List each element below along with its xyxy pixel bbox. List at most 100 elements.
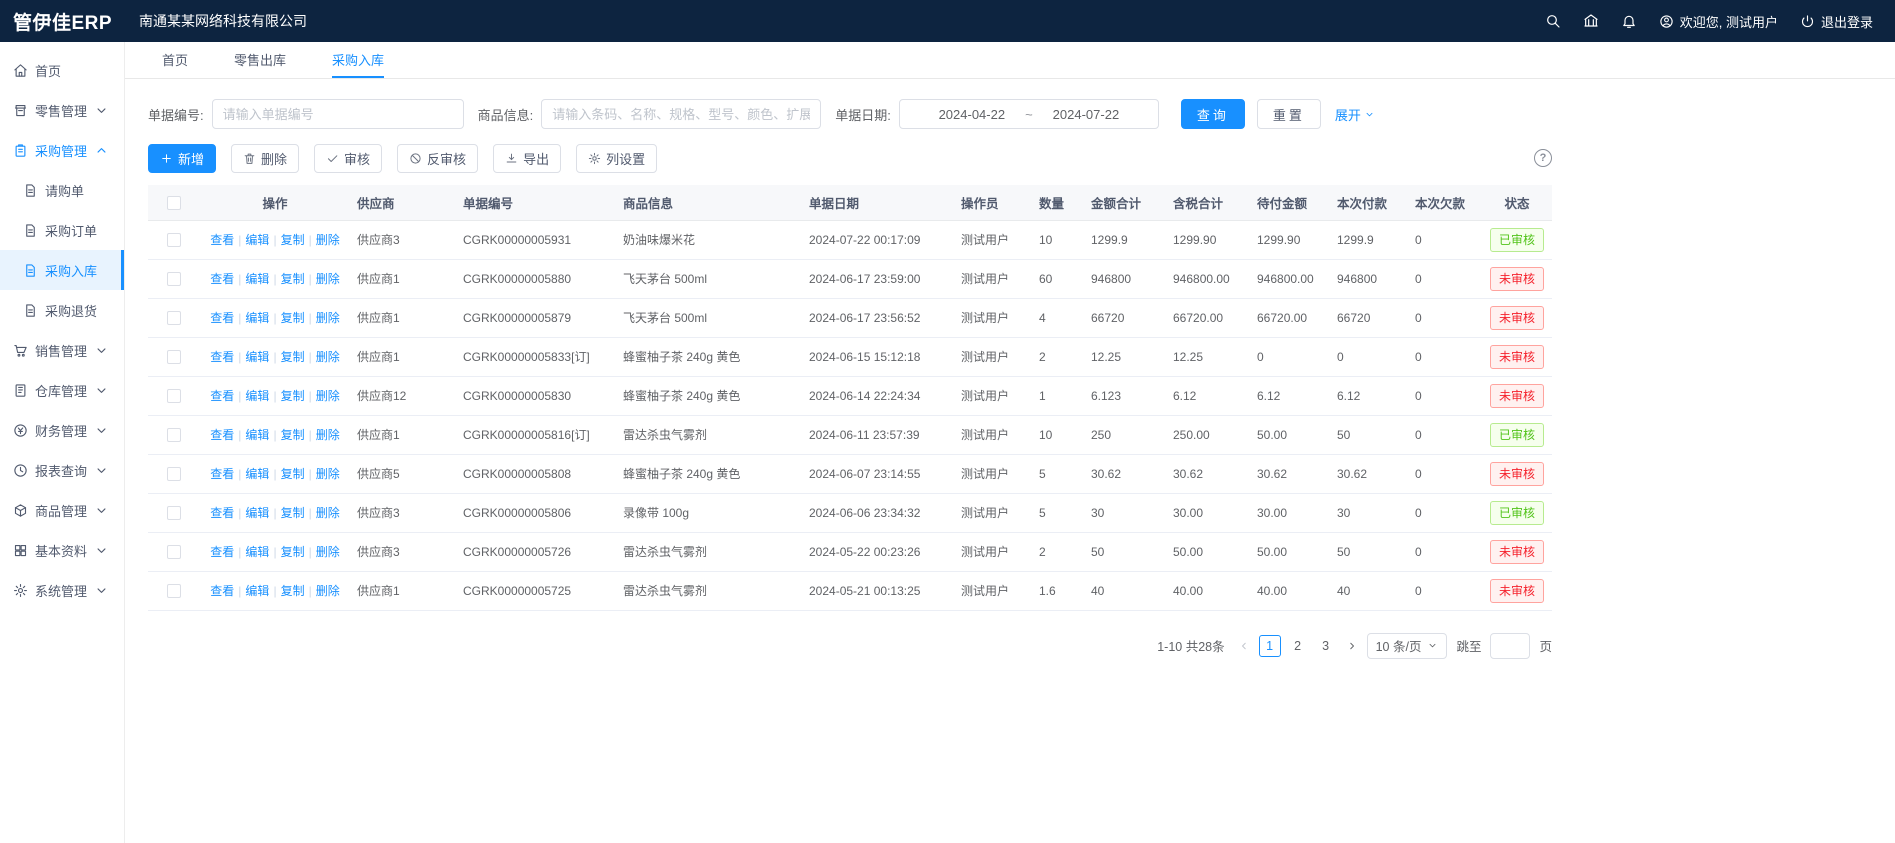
row-action-delete[interactable]: 删除	[316, 545, 340, 559]
row-action-view[interactable]: 查看	[210, 272, 234, 286]
row-checkbox[interactable]	[167, 233, 181, 247]
sidebar-item-purchase-return[interactable]: 采购退货	[0, 290, 124, 330]
cell-debt: 0	[1408, 493, 1482, 532]
page-2[interactable]: 2	[1287, 635, 1309, 657]
row-action-copy[interactable]: 复制	[281, 467, 305, 481]
row-checkbox[interactable]	[167, 545, 181, 559]
next-page-button[interactable]	[1346, 640, 1358, 652]
row-checkbox[interactable]	[167, 467, 181, 481]
tab-purchase-inbound[interactable]: 采购入库	[332, 42, 384, 78]
audit-button[interactable]: 审核	[314, 144, 382, 173]
row-checkbox[interactable]	[167, 506, 181, 520]
tab-retail-outbound[interactable]: 零售出库	[234, 42, 286, 78]
row-action-delete[interactable]: 删除	[316, 272, 340, 286]
cell-product: 飞天茅台 500ml	[616, 298, 802, 337]
row-action-view[interactable]: 查看	[210, 467, 234, 481]
row-action-view[interactable]: 查看	[210, 233, 234, 247]
row-action-view[interactable]: 查看	[210, 389, 234, 403]
row-action-delete[interactable]: 删除	[316, 350, 340, 364]
jump-page-input[interactable]	[1490, 633, 1530, 659]
row-action-copy[interactable]: 复制	[281, 272, 305, 286]
row-action-edit[interactable]: 编辑	[245, 545, 269, 559]
columns-button[interactable]: 列设置	[576, 144, 657, 173]
sidebar-item-purchase[interactable]: 采购管理	[0, 130, 124, 170]
expand-label: 展开	[1335, 105, 1361, 124]
search-icon[interactable]	[1545, 13, 1561, 29]
row-action-copy[interactable]: 复制	[281, 545, 305, 559]
row-action-copy[interactable]: 复制	[281, 233, 305, 247]
sidebar-item-retail[interactable]: 零售管理	[0, 90, 124, 130]
sidebar-item-report[interactable]: 报表查询	[0, 450, 124, 490]
search-button[interactable]: 查询	[1181, 99, 1245, 129]
row-action-view[interactable]: 查看	[210, 428, 234, 442]
bank-icon[interactable]	[1583, 13, 1599, 29]
row-checkbox[interactable]	[167, 389, 181, 403]
action-separator: |	[238, 428, 241, 442]
select-all-checkbox[interactable]	[167, 196, 181, 210]
row-action-view[interactable]: 查看	[210, 506, 234, 520]
row-checkbox[interactable]	[167, 428, 181, 442]
sidebar-item-home[interactable]: 首页	[0, 50, 124, 90]
welcome-user[interactable]: 欢迎您, 测试用户	[1659, 12, 1778, 31]
sidebar-item-sales[interactable]: 销售管理	[0, 330, 124, 370]
row-action-copy[interactable]: 复制	[281, 428, 305, 442]
row-action-edit[interactable]: 编辑	[245, 311, 269, 325]
page-3[interactable]: 3	[1315, 635, 1337, 657]
page-1[interactable]: 1	[1259, 635, 1281, 657]
row-action-delete[interactable]: 删除	[316, 389, 340, 403]
sidebar-item-purchase-inbound[interactable]: 采购入库	[0, 250, 124, 290]
row-action-edit[interactable]: 编辑	[245, 467, 269, 481]
row-checkbox[interactable]	[167, 350, 181, 364]
product-info-input[interactable]	[541, 99, 821, 129]
sidebar-item-system[interactable]: 系统管理	[0, 570, 124, 610]
date-range-picker[interactable]: 2024-04-22 ~ 2024-07-22	[899, 99, 1159, 129]
sidebar-item-basic[interactable]: 基本资料	[0, 530, 124, 570]
help-icon[interactable]: ?	[1534, 149, 1552, 167]
row-action-copy[interactable]: 复制	[281, 350, 305, 364]
cell-checkbox	[148, 571, 200, 610]
row-action-view[interactable]: 查看	[210, 545, 234, 559]
cell-qty: 2	[1032, 532, 1084, 571]
bell-icon[interactable]	[1621, 13, 1637, 29]
add-button[interactable]: 新增	[148, 144, 216, 173]
row-checkbox[interactable]	[167, 584, 181, 598]
row-action-delete[interactable]: 删除	[316, 311, 340, 325]
row-action-edit[interactable]: 编辑	[245, 272, 269, 286]
expand-link[interactable]: 展开	[1335, 105, 1375, 124]
row-action-edit[interactable]: 编辑	[245, 584, 269, 598]
sidebar-item-goods[interactable]: 商品管理	[0, 490, 124, 530]
row-action-view[interactable]: 查看	[210, 350, 234, 364]
bill-no-input[interactable]	[212, 99, 464, 129]
row-action-view[interactable]: 查看	[210, 311, 234, 325]
reset-button[interactable]: 重置	[1257, 99, 1321, 129]
row-action-delete[interactable]: 删除	[316, 506, 340, 520]
row-action-delete[interactable]: 删除	[316, 467, 340, 481]
gear-icon	[13, 583, 28, 598]
row-checkbox[interactable]	[167, 272, 181, 286]
row-action-edit[interactable]: 编辑	[245, 233, 269, 247]
row-action-copy[interactable]: 复制	[281, 389, 305, 403]
export-button[interactable]: 导出	[493, 144, 561, 173]
row-action-delete[interactable]: 删除	[316, 233, 340, 247]
row-action-edit[interactable]: 编辑	[245, 506, 269, 520]
sidebar-item-purchase-request[interactable]: 请购单	[0, 170, 124, 210]
row-action-delete[interactable]: 删除	[316, 428, 340, 442]
row-action-copy[interactable]: 复制	[281, 584, 305, 598]
sidebar-item-warehouse[interactable]: 仓库管理	[0, 370, 124, 410]
page-size-select[interactable]: 10 条/页	[1367, 633, 1448, 659]
unaudit-button[interactable]: 反审核	[397, 144, 478, 173]
row-action-edit[interactable]: 编辑	[245, 350, 269, 364]
row-action-delete[interactable]: 删除	[316, 584, 340, 598]
logout-button[interactable]: 退出登录	[1800, 12, 1873, 31]
row-action-edit[interactable]: 编辑	[245, 428, 269, 442]
row-action-view[interactable]: 查看	[210, 584, 234, 598]
row-action-copy[interactable]: 复制	[281, 506, 305, 520]
tab-home[interactable]: 首页	[162, 42, 188, 78]
prev-page-button[interactable]	[1238, 640, 1250, 652]
row-action-copy[interactable]: 复制	[281, 311, 305, 325]
delete-button[interactable]: 删除	[231, 144, 299, 173]
sidebar-item-purchase-order[interactable]: 采购订单	[0, 210, 124, 250]
row-checkbox[interactable]	[167, 311, 181, 325]
sidebar-item-finance[interactable]: 财务管理	[0, 410, 124, 450]
row-action-edit[interactable]: 编辑	[245, 389, 269, 403]
